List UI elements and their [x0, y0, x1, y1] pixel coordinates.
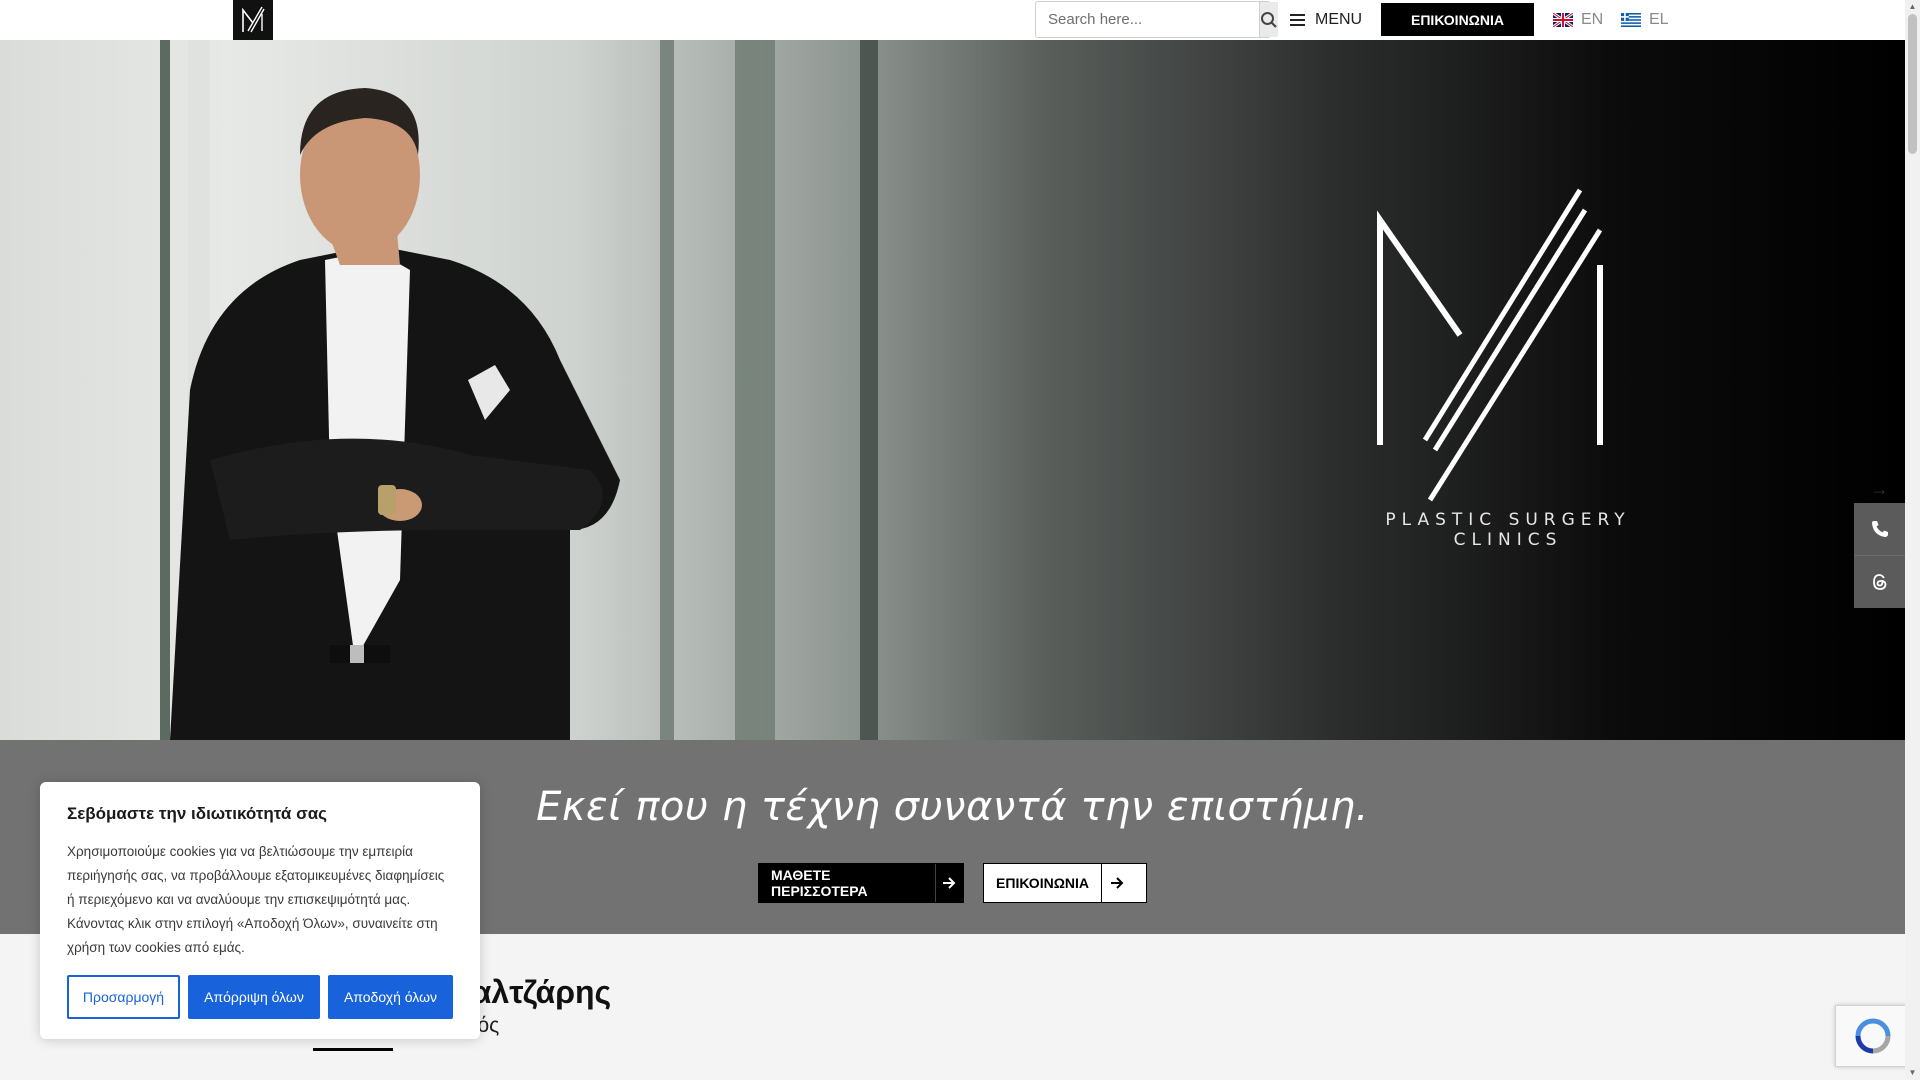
side-phone-button[interactable] [1854, 503, 1905, 555]
page-scrollbar[interactable]: ▲ ▼ [1905, 0, 1920, 1080]
search-input[interactable] [1036, 2, 1259, 37]
logo-mark-icon [242, 6, 265, 33]
uk-flag-icon [1553, 13, 1573, 27]
threads-icon [1872, 573, 1886, 590]
band-contact-button[interactable]: ΕΠΙΚΟΙΝΩΝΙΑ [983, 863, 1147, 903]
hamburger-icon [1290, 11, 1305, 29]
side-threads-button[interactable] [1854, 555, 1905, 607]
language-en[interactable]: EN [1553, 0, 1603, 40]
language-en-label: EN [1581, 11, 1604, 28]
site-logo[interactable] [233, 0, 273, 40]
door-frame [735, 40, 775, 740]
scroll-thumb[interactable] [1908, 14, 1917, 154]
menu-label: MENU [1315, 11, 1363, 28]
surgeon-portrait [170, 88, 620, 740]
recaptcha-badge[interactable] [1835, 1005, 1910, 1067]
scroll-up-arrow-icon[interactable]: ▲ [1908, 2, 1917, 12]
header-contact-button[interactable]: ΕΠΙΚΟΙΝΩΝΙΑ [1381, 3, 1534, 36]
side-toggle-arrow[interactable]: → [1854, 476, 1905, 502]
door-frame [860, 40, 878, 740]
brand-tagline: PLASTIC SURGERY CLINICS [1385, 510, 1631, 550]
site-header: MENU ΕΠΙΚΟΙΝΩΝΙΑ EN EL [0, 0, 1905, 40]
arrow-right-icon [1101, 864, 1131, 902]
search-button[interactable] [1259, 2, 1278, 37]
learn-more-button[interactable]: ΜΑΘΕΤΕ ΠΕΡΙΣΣΟΤΕΡΑ [758, 863, 964, 903]
cookie-customize-button[interactable]: Προσαρμογή [67, 975, 180, 1019]
side-contact-panel [1854, 503, 1905, 608]
language-el[interactable]: EL [1621, 0, 1669, 40]
cookie-accept-all-button[interactable]: Αποδοχή όλων [328, 975, 453, 1019]
cookie-reject-all-button[interactable]: Απόρριψη όλων [188, 975, 320, 1019]
greek-flag-icon [1621, 13, 1641, 27]
search-box [1035, 1, 1278, 38]
title-underline [313, 1048, 393, 1051]
menu-button[interactable]: MENU [1290, 0, 1362, 40]
learn-more-label: ΜΑΘΕΤΕ ΠΕΡΙΣΣΟΤΕΡΑ [771, 867, 868, 899]
cookie-consent-banner: Σεβόμαστε την ιδιωτικότητά σας Χρησιμοπο… [40, 782, 480, 1039]
cookie-title: Σεβόμαστε την ιδιωτικότητά σας [67, 804, 327, 823]
scroll-down-arrow-icon[interactable]: ▼ [1908, 1068, 1917, 1078]
phone-icon [1871, 521, 1888, 537]
language-el-label: EL [1649, 11, 1669, 28]
hero-banner: PLASTIC SURGERY CLINICS [0, 40, 1905, 740]
brand-logo-large [1377, 188, 1603, 502]
search-icon [1261, 11, 1277, 28]
arrow-right-icon [934, 864, 963, 902]
cookie-description: Χρησιμοποιούμε cookies για να βελτιώσουμ… [67, 844, 445, 955]
recaptcha-icon [1855, 1018, 1890, 1054]
band-contact-label: ΕΠΙΚΟΙΝΩΝΙΑ [996, 875, 1090, 891]
